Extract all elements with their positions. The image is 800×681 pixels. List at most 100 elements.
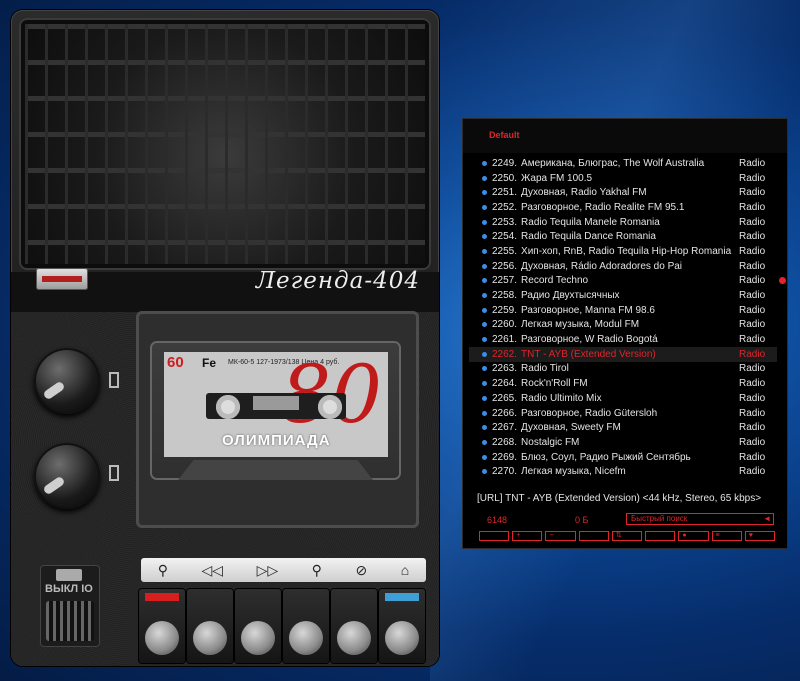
toolbar-record-button[interactable]: ● [678, 531, 709, 541]
track-title: Духовная, Rádio Adoradores do Pai [521, 260, 683, 272]
playlist-header: Default [463, 119, 787, 153]
bullet-icon [482, 234, 487, 240]
speaker-grille [19, 18, 431, 270]
track-title: Разговорное, W Radio Bogotá [521, 334, 658, 346]
brand-logo: Легенда-404 [255, 268, 420, 294]
toolbar-misc-button[interactable] [645, 531, 676, 541]
stop-key[interactable] [331, 589, 377, 663]
play-key[interactable] [283, 589, 329, 663]
cassette-bottom [178, 460, 373, 480]
cassette-length: 60 [167, 354, 184, 371]
track-number: 2250. [492, 172, 518, 184]
track-number: 2254. [492, 231, 518, 243]
record-indicator [145, 593, 179, 601]
track-genre: Radio [739, 334, 766, 346]
quick-search-field[interactable]: Быстрый поиск [626, 513, 774, 525]
playlist-row[interactable]: 2263. Radio Tirol Radio [469, 362, 777, 377]
track-title: Духовная, Sweety FM [521, 422, 621, 434]
toolbar-favorite-button[interactable]: ♥ [744, 531, 775, 541]
mic-grille-icon [46, 601, 94, 641]
track-title: Разговорное, Radio Realite FM 95.1 [521, 201, 685, 213]
key-label-record-icon: ⚲ [157, 561, 169, 578]
playlist-window[interactable]: Default 2249. Американа, Блюграс, The Wol… [463, 119, 787, 548]
playlist-row[interactable]: 2260. Легкая музыка, Modul FM Radio [469, 318, 777, 333]
playlist-row[interactable]: 2258. Радио Двухтысячных Radio [469, 288, 777, 303]
bullet-icon [482, 219, 487, 225]
track-genre: Radio [739, 172, 766, 184]
playlist-row[interactable]: 2254. Radio Tequila Dance Romania Radio [469, 229, 777, 244]
rewind-key[interactable] [187, 589, 233, 663]
track-number: 2257. [492, 275, 518, 287]
bullet-icon [482, 381, 487, 387]
track-genre: Radio [739, 348, 766, 360]
track-genre: Radio [739, 201, 766, 213]
track-number: 2260. [492, 319, 518, 331]
playlist-row[interactable]: 2268. Nostalgic FM Radio [469, 435, 777, 450]
balance-knob[interactable] [34, 443, 100, 509]
track-title: Американа, Блюграс, The Wolf Australia [521, 157, 705, 169]
total-size: 0 Б [575, 515, 589, 525]
track-title: Хип-хоп, RnB, Radio Tequila Hip-Hop Roma… [521, 245, 732, 257]
playlist-row[interactable]: 2250. Жара FM 100.5 Radio [469, 171, 777, 186]
playlist-row[interactable]: 2267. Духовная, Sweety FM Radio [469, 420, 777, 435]
playlist-row[interactable]: 2253. Radio Tequila Manele Romania Radio [469, 215, 777, 230]
tape-window [253, 396, 299, 410]
track-title: Radio Tequila Manele Romania [521, 216, 660, 228]
playlist-row[interactable]: 2257. Record Techno Radio [469, 274, 777, 289]
key-label-forward-icon: ▷▷ [256, 561, 279, 578]
cassette-type: Fe [202, 356, 217, 370]
track-number: 2265. [492, 392, 518, 404]
left-reel-icon [216, 395, 240, 419]
playlist-list[interactable]: 2249. Американа, Блюграс, The Wolf Austra… [469, 156, 777, 479]
track-genre: Radio [739, 319, 766, 331]
playlist-row[interactable]: 2270. Легкая музыка, Nicefm Radio [469, 464, 777, 479]
power-switch[interactable] [56, 569, 82, 581]
playlist-row[interactable]: 2249. Американа, Блюграс, The Wolf Austra… [469, 156, 777, 171]
track-number: 2270. [492, 466, 518, 478]
toolbar-sort-button[interactable]: ⇅ [611, 531, 643, 541]
track-genre: Radio [739, 290, 766, 302]
toolbar-add-button[interactable]: + [512, 531, 543, 541]
track-title: Radio Tequila Dance Romania [521, 231, 656, 243]
playlist-toolbar: + − ⇅ ● ≡ ♥ [479, 531, 775, 541]
playlist-row[interactable]: 2264. Rock'n'Roll FM Radio [469, 376, 777, 391]
playlist-row[interactable]: 2251. Духовная, Radio Yakhal FM Radio [469, 185, 777, 200]
playlist-row[interactable]: 2255. Хип-хоп, RnB, Radio Tequila Hip-Hop… [469, 244, 777, 259]
track-number: 2258. [492, 290, 518, 302]
power-switch-panel[interactable]: ВЫКЛ IO [40, 565, 100, 647]
track-number: 2263. [492, 363, 518, 375]
playlist-row[interactable]: 2262. TNT - AYB (Extended Version) Radio [469, 346, 777, 362]
bullet-icon [482, 425, 487, 431]
track-number: 2266. [492, 407, 518, 419]
track-number: 2261. [492, 334, 518, 346]
bullet-icon [482, 351, 487, 357]
scroll-position-icon[interactable] [779, 277, 786, 284]
bullet-icon [482, 293, 487, 299]
track-number: 2252. [492, 201, 518, 213]
playlist-row[interactable]: 2252. Разговорное, Radio Realite FM 95.1 R… [469, 200, 777, 215]
eject-key[interactable] [379, 589, 425, 663]
toolbar-open-button[interactable] [479, 531, 510, 541]
forward-key[interactable] [235, 589, 281, 663]
volume-knob[interactable] [34, 348, 100, 414]
playlist-row[interactable]: 2256. Духовная, Rádio Adoradores do Pai Ra… [469, 259, 777, 274]
track-title: Разговорное, Radio Gütersloh [521, 407, 658, 419]
toolbar-list-button[interactable]: ≡ [711, 531, 742, 541]
playlist-row[interactable]: 2266. Разговорное, Radio Gütersloh Radio [469, 406, 777, 421]
playlist-row[interactable]: 2269. Блюз, Соул, Радио Рыжий Сентябрь Rad… [469, 450, 777, 465]
playlist-row[interactable]: 2259. Разговорное, Manna FM 98.6 Radio [469, 303, 777, 318]
playlist-row[interactable]: 2265. Radio Ultimito Mix Radio [469, 391, 777, 406]
toolbar-remove-button[interactable]: − [545, 531, 576, 541]
playlist-row[interactable]: 2261. Разговорное, W Radio Bogotá Radio [469, 332, 777, 347]
playlist-name: Default [489, 130, 520, 140]
bullet-icon [482, 454, 487, 460]
track-title: Record Techno [521, 275, 589, 287]
track-number: 2249. [492, 157, 518, 169]
track-number: 2268. [492, 436, 518, 448]
track-genre: Radio [739, 378, 766, 390]
track-number: 2264. [492, 378, 518, 390]
track-genre: Radio [739, 304, 766, 316]
toolbar-select-button[interactable] [578, 531, 609, 541]
track-genre: Radio [739, 363, 766, 375]
record-key[interactable] [139, 589, 185, 663]
